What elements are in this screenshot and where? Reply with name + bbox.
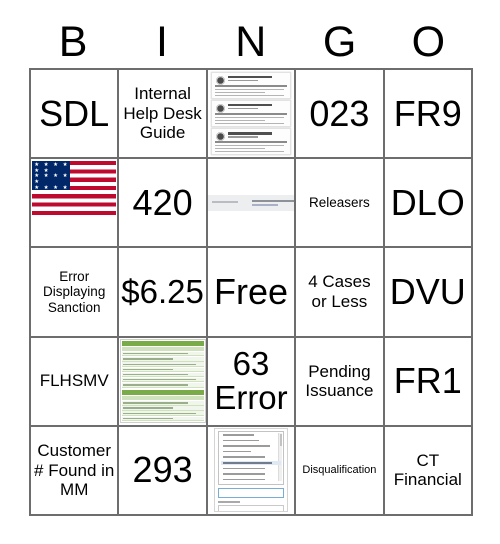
- bingo-cell-o5-label: CT Financial: [393, 450, 462, 490]
- seal-icon: [215, 132, 225, 142]
- bingo-cell-o4[interactable]: FR1: [384, 337, 473, 427]
- bingo-cell-g5-label: Disqualification: [302, 464, 377, 477]
- header-letter-b: B: [58, 17, 88, 66]
- screenshot-message-bar-icon: [207, 159, 295, 246]
- us-flag-icon: ★ ★ ★ ★ ★ ★★ ★ ★ ★ ★★ ★ ★ ★ ★ ★★ ★ ★ ★ ★…: [32, 161, 117, 216]
- bingo-cell-g5[interactable]: Disqualification: [296, 426, 385, 516]
- bingo-cell-n4[interactable]: 63 Error: [207, 337, 297, 427]
- bingo-grid: SDL Internal Help Desk Guide 023 FR9 ★ ★…: [29, 68, 473, 516]
- bingo-cell-b4[interactable]: FLHSMV: [31, 337, 120, 427]
- bingo-cell-n3-free[interactable]: Free: [207, 248, 297, 338]
- bingo-cell-o3[interactable]: DVU: [384, 248, 473, 338]
- bingo-cell-o2[interactable]: DLO: [384, 159, 473, 249]
- header-letter-n: N: [235, 17, 267, 66]
- bingo-cell-b2[interactable]: ★ ★ ★ ★ ★ ★★ ★ ★ ★ ★★ ★ ★ ★ ★ ★★ ★ ★ ★ ★…: [31, 159, 120, 249]
- bingo-cell-i3-label: $6.25: [121, 272, 204, 310]
- bingo-cell-o1[interactable]: FR9: [384, 70, 473, 160]
- bingo-cell-n1[interactable]: [207, 70, 297, 160]
- bingo-cell-g3-label: 4 Cases or Less: [308, 272, 371, 311]
- bingo-cell-o1-label: FR9: [393, 92, 462, 134]
- bingo-cell-g4-label: Pending Issuance: [305, 361, 374, 401]
- bingo-cell-g2-label: Releasers: [309, 195, 370, 211]
- bingo-cell-b5[interactable]: Customer # Found in MM: [31, 426, 120, 516]
- bingo-cell-o2-label: DLO: [390, 181, 465, 223]
- header-letter-g: G: [322, 17, 357, 66]
- bingo-cell-b5-label: Customer # Found in MM: [34, 441, 115, 500]
- dropdown-list: [217, 430, 284, 485]
- seal-icon: [215, 76, 225, 85]
- bingo-cell-g1[interactable]: 023: [296, 70, 385, 160]
- bingo-cell-n5[interactable]: [207, 426, 297, 516]
- bingo-cell-i4[interactable]: [119, 337, 208, 427]
- green-banded-transaction-table-icon: [119, 338, 206, 423]
- stacked-certificate-documents-icon: [208, 70, 294, 157]
- bingo-cell-n4-label: 63 Error: [214, 344, 288, 417]
- focused-text-input: [217, 487, 284, 498]
- bingo-cell-i2-label: 420: [132, 181, 193, 223]
- bingo-cell-i5-label: 293: [132, 449, 193, 491]
- bingo-cell-b3-label: Error Displaying Sanction: [43, 268, 106, 315]
- bingo-cell-i1-label: Internal Help Desk Guide: [123, 84, 202, 143]
- bingo-cell-i5[interactable]: 293: [119, 426, 208, 516]
- seal-icon: [215, 104, 225, 114]
- header-letter-o: O: [411, 17, 446, 66]
- bingo-cell-b4-label: FLHSMV: [39, 371, 109, 391]
- bingo-header: B I N G O: [29, 16, 473, 68]
- document-thumbnail: [210, 128, 291, 156]
- bingo-cell-n3-label: Free: [213, 271, 288, 313]
- document-thumbnail: [210, 72, 291, 100]
- text-field: [217, 504, 284, 511]
- bingo-cell-g4[interactable]: Pending Issuance: [296, 337, 385, 427]
- dropdown-form-screenshot-icon: [213, 427, 288, 512]
- bingo-cell-i3[interactable]: $6.25: [119, 248, 208, 338]
- bingo-cell-g2[interactable]: Releasers: [296, 159, 385, 249]
- bingo-cell-o3-label: DVU: [389, 271, 466, 313]
- dropdown-selected-option: [220, 460, 281, 466]
- bingo-cell-b1[interactable]: SDL: [31, 70, 120, 160]
- bingo-cell-i1[interactable]: Internal Help Desk Guide: [119, 70, 208, 160]
- bingo-cell-g1-label: 023: [309, 92, 370, 134]
- bingo-cell-b3[interactable]: Error Displaying Sanction: [31, 248, 120, 338]
- document-thumbnail: [210, 100, 291, 128]
- bingo-card: B I N G O SDL Internal Help Desk Guide 0…: [0, 0, 500, 544]
- bingo-cell-o5[interactable]: CT Financial: [384, 426, 473, 516]
- header-letter-i: I: [155, 17, 169, 66]
- bingo-cell-n2[interactable]: [207, 159, 297, 249]
- bingo-cell-i2[interactable]: 420: [119, 159, 208, 249]
- bingo-cell-b1-label: SDL: [39, 92, 110, 134]
- bingo-cell-o4-label: FR1: [393, 360, 462, 402]
- bingo-cell-g3[interactable]: 4 Cases or Less: [296, 248, 385, 338]
